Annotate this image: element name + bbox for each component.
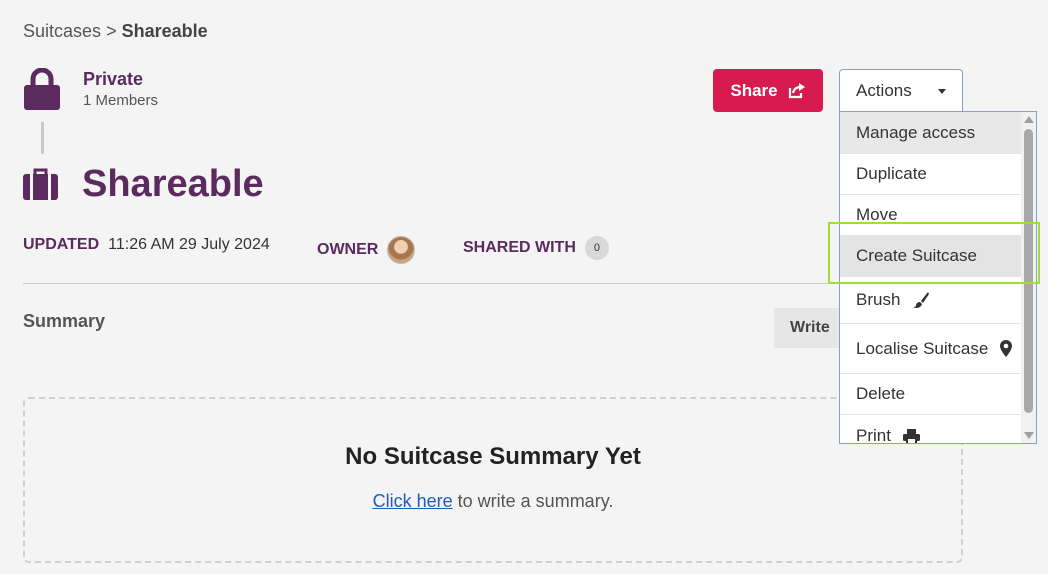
updated-value: 11:26 AM 29 July 2024: [108, 236, 270, 253]
menu-item-print[interactable]: Print: [840, 415, 1022, 444]
page-title: Shareable: [82, 163, 264, 205]
shared-count-badge[interactable]: 0: [584, 236, 609, 260]
actions-menu: Manage access Duplicate Move Create Suit…: [839, 111, 1037, 444]
menu-item-label: Duplicate: [856, 164, 927, 183]
menu-item-label: Delete: [856, 384, 906, 403]
menu-item-localise-suitcase[interactable]: Localise Suitcase: [840, 324, 1022, 374]
scrollbar-thumb[interactable]: [1024, 129, 1033, 413]
menu-item-duplicate[interactable]: Duplicate: [840, 154, 1022, 195]
menu-item-label: Print: [856, 426, 891, 444]
meta-owner: OWNER: [317, 236, 416, 264]
actions-label: Actions: [856, 81, 912, 100]
menu-item-delete[interactable]: Delete: [840, 374, 1022, 415]
menu-item-label: Manage access: [856, 122, 976, 142]
breadcrumb-root[interactable]: Suitcases: [23, 21, 101, 41]
map-pin-icon: [1000, 340, 1013, 357]
shared-label: SHARED WITH: [463, 239, 576, 256]
empty-text-rest: to write a summary.: [452, 491, 614, 511]
paintbrush-icon: [913, 292, 930, 308]
lock-icon: [24, 68, 60, 110]
suitcase-icon: [23, 168, 58, 200]
write-summary-link[interactable]: Click here: [373, 491, 453, 511]
menu-item-label: Create Suitcase: [856, 246, 977, 265]
updated-label: UPDATED: [23, 236, 100, 253]
menu-scrollbar[interactable]: [1021, 112, 1036, 443]
group-members: 1 Members: [83, 92, 159, 109]
menu-item-label: Move: [856, 205, 898, 224]
scroll-down-arrow-icon[interactable]: [1024, 432, 1034, 439]
breadcrumb-separator: >: [106, 21, 117, 41]
breadcrumb-current: Shareable: [121, 21, 208, 41]
meta-updated: UPDATED 11:26 AM 29 July 2024: [23, 236, 270, 254]
share-external-icon: [788, 82, 805, 98]
write-button[interactable]: Write: [774, 308, 846, 348]
section-divider: [23, 283, 963, 284]
owner-group[interactable]: Private 1 Members: [83, 68, 158, 112]
empty-text: Click here to write a summary.: [25, 491, 961, 512]
breadcrumb: Suitcases > Shareable: [23, 21, 208, 42]
group-name[interactable]: Private: [83, 68, 158, 90]
caret-down-icon: [938, 89, 946, 94]
share-button[interactable]: Share: [713, 69, 823, 112]
owner-label: OWNER: [317, 241, 379, 258]
printer-icon: [902, 429, 920, 443]
menu-item-label: Brush: [856, 290, 901, 309]
menu-item-label: Localise Suitcase: [856, 338, 989, 358]
summary-empty-state: No Suitcase Summary Yet Click here to wr…: [23, 397, 963, 563]
empty-title: No Suitcase Summary Yet: [345, 443, 641, 470]
menu-item-create-suitcase[interactable]: Create Suitcase: [840, 236, 1022, 277]
actions-dropdown-button[interactable]: Actions: [839, 69, 963, 112]
owner-avatar[interactable]: [387, 236, 416, 264]
menu-item-move[interactable]: Move: [840, 195, 1022, 236]
menu-item-manage-access[interactable]: Manage access: [840, 112, 1022, 154]
menu-item-brush[interactable]: Brush: [840, 277, 1022, 324]
hierarchy-connector: [41, 122, 44, 154]
summary-heading: Summary: [23, 311, 106, 331]
meta-shared: SHARED WITH 0: [463, 236, 609, 260]
share-button-label: Share: [730, 80, 778, 100]
scroll-up-arrow-icon[interactable]: [1024, 116, 1034, 123]
